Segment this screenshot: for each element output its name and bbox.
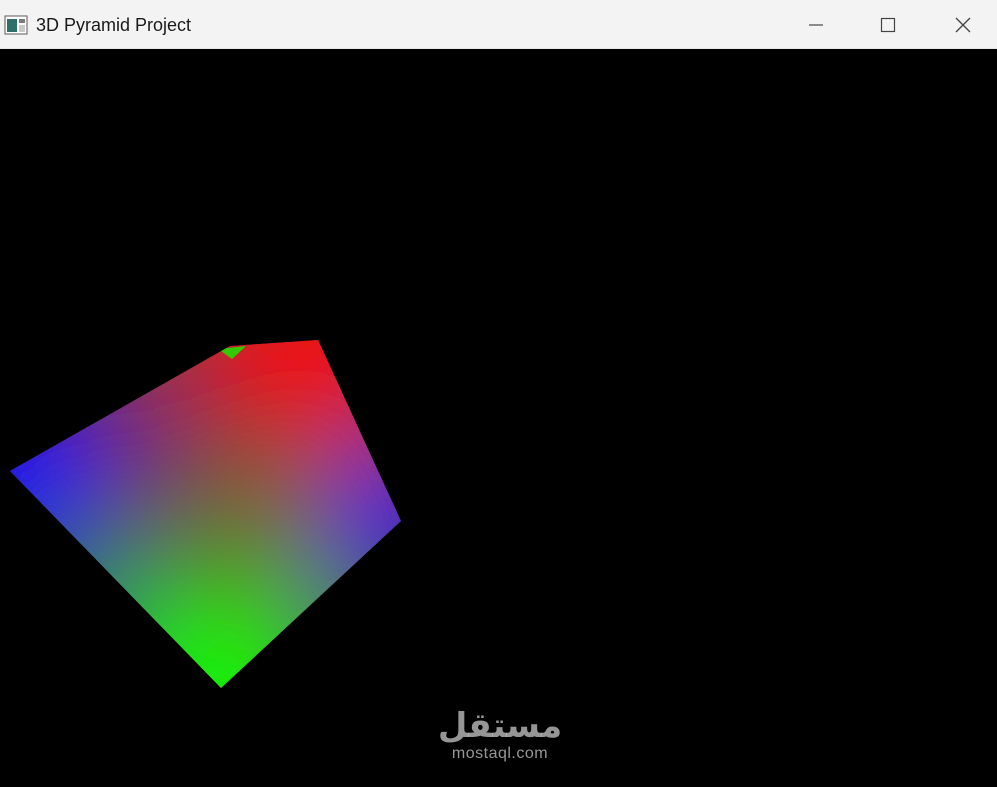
- window-title: 3D Pyramid Project: [36, 15, 192, 35]
- pyramid: [10, 340, 401, 688]
- watermark-arabic: مستقل: [437, 706, 563, 746]
- close-icon: [954, 16, 972, 34]
- pyramid-scene: [10, 340, 401, 688]
- title-bar[interactable]: 3D Pyramid Project: [0, 0, 997, 49]
- maximize-icon: [880, 17, 896, 33]
- close-button[interactable]: [939, 0, 987, 49]
- app-window: 3D Pyramid Project مستقل mostaql.com: [0, 0, 997, 787]
- watermark: مستقل mostaql.com: [430, 707, 570, 763]
- app-icon: [4, 15, 28, 35]
- render-canvas[interactable]: مستقل mostaql.com: [0, 49, 997, 787]
- maximize-button[interactable]: [864, 0, 912, 49]
- minimize-button[interactable]: [792, 0, 840, 49]
- minimize-icon: [808, 17, 824, 33]
- watermark-latin: mostaql.com: [451, 745, 549, 762]
